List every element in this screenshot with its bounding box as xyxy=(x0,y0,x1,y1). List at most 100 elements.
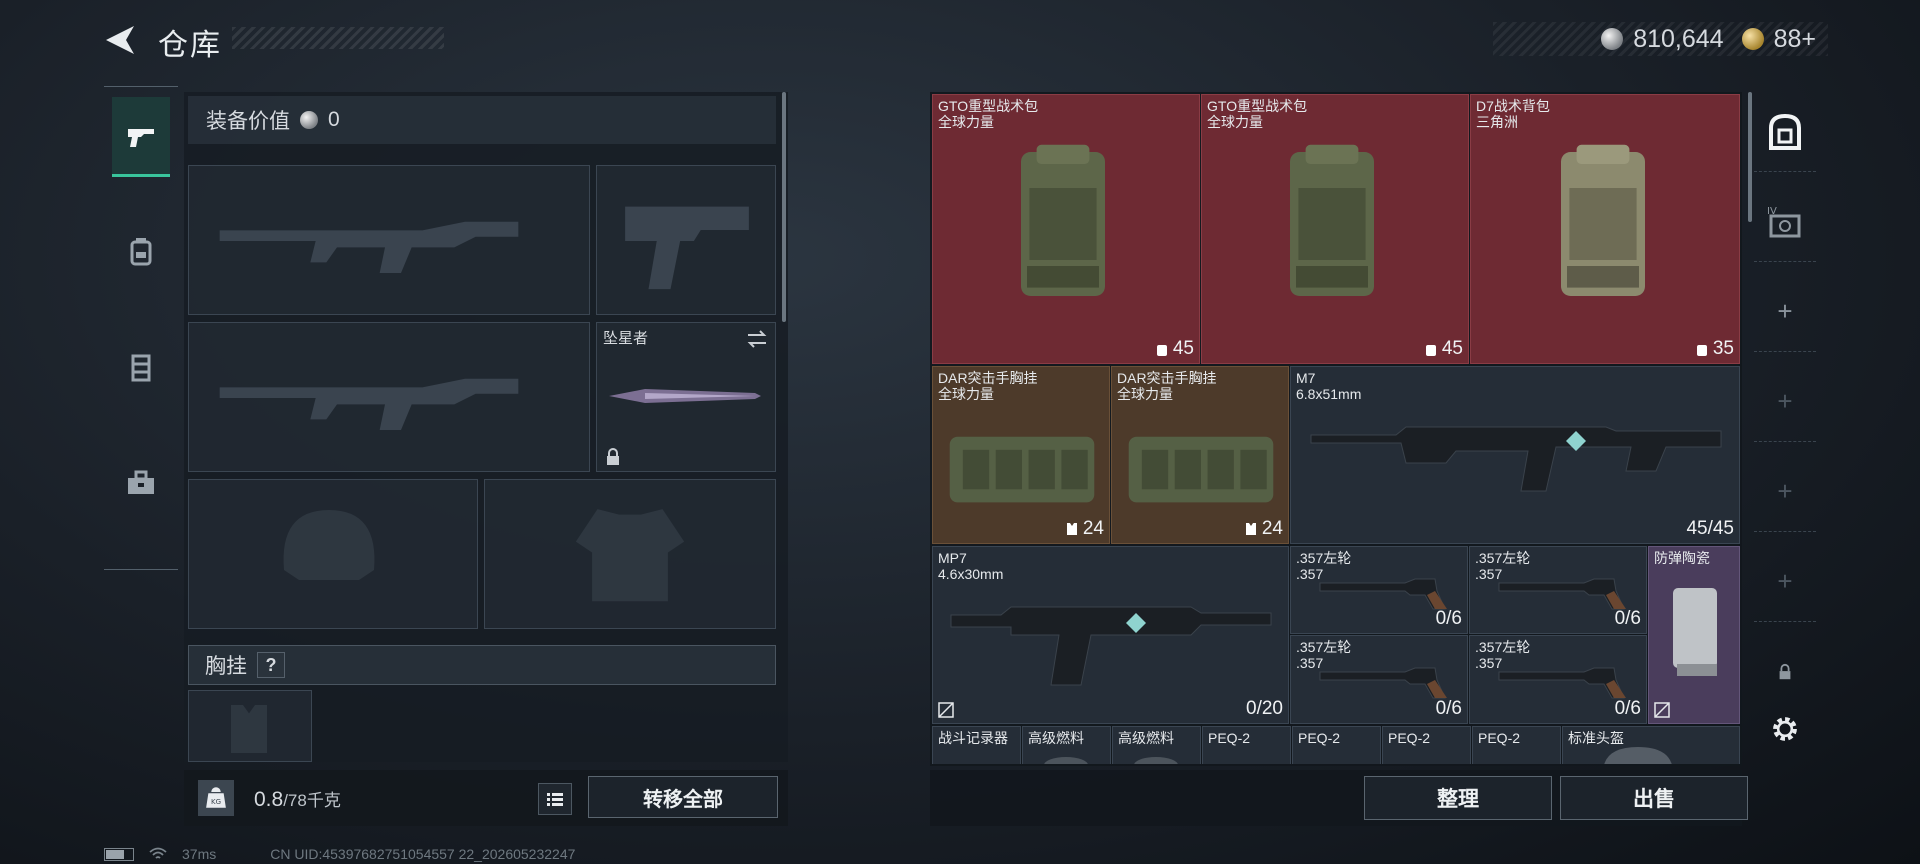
item-name: 高级燃料 xyxy=(1118,730,1174,746)
chest-rig-slot[interactable] xyxy=(188,690,312,762)
tab-vest[interactable] xyxy=(112,327,170,407)
list-view-button[interactable] xyxy=(538,783,572,815)
stash-item-gto-backpack-2[interactable]: GTO重型战术包 全球力量 45 xyxy=(1201,94,1469,364)
item-ammo: 45/45 xyxy=(1686,518,1734,539)
stash-footer: 整理 出售 xyxy=(930,770,1748,826)
stash-item-dar-chest-rig-2[interactable]: DAR突击手胸挂 全球力量 24 xyxy=(1111,366,1289,544)
revolver-image xyxy=(1319,667,1447,699)
tab-add-1[interactable]: + xyxy=(1754,272,1816,352)
help-icon[interactable]: ? xyxy=(257,652,285,678)
item-capacity: 24 xyxy=(1064,518,1104,540)
backpack-image xyxy=(1021,144,1105,296)
battery-icon xyxy=(104,847,134,861)
stash-item-advanced-fuel-1[interactable]: 高级燃料 xyxy=(1022,726,1111,764)
lock-icon xyxy=(607,448,619,465)
item-ammo: 0/20 xyxy=(1246,698,1283,719)
tab-add-4[interactable]: + xyxy=(1754,542,1816,622)
stash-item-m7-rifle[interactable]: M7 6.8x51mm 45/45 xyxy=(1290,366,1740,544)
currency-bar: 810,644 88+ xyxy=(1493,22,1828,56)
chest-rig-header: 胸挂 ? xyxy=(188,645,776,685)
item-name: 防弹陶瓷 xyxy=(1654,550,1710,566)
vest-small-icon xyxy=(1245,523,1256,535)
stash-item-d7-backpack[interactable]: D7战术背包 三角洲 35 xyxy=(1470,94,1740,364)
stash-item-advanced-fuel-2[interactable]: 高级燃料 xyxy=(1112,726,1201,764)
stash-item-357-revolver-1[interactable]: .357左轮 .357 0/6 xyxy=(1290,546,1468,634)
stash-panel: GTO重型战术包 全球力量 45 GTO重型战术包 全球力量 45 D7战术背包… xyxy=(930,92,1752,766)
tab-locked[interactable] xyxy=(1754,652,1816,692)
item-name: M7 xyxy=(1296,370,1316,386)
carry-weight: 0.8/78千克 xyxy=(254,786,341,812)
equip-value-header: 装备价值 0 xyxy=(188,96,776,144)
gold-currency-amount[interactable]: 88+ xyxy=(1774,25,1816,54)
revolver-image xyxy=(1498,578,1626,610)
loadout-panel: 装备价值 0 坠星者 胸挂 ? xyxy=(184,92,788,762)
swap-icon[interactable] xyxy=(745,327,769,351)
item-name: .357左轮 xyxy=(1296,639,1352,655)
tab-backpack[interactable] xyxy=(112,211,170,291)
stash-item-combat-recorder[interactable]: 战斗记录器 xyxy=(932,726,1021,764)
status-bar: 37ms CN UID:45397682751054557 22_2026052… xyxy=(104,844,575,864)
stash-item-standard-helmet[interactable]: 标准头盔 xyxy=(1562,726,1740,764)
tab-toolbox[interactable] xyxy=(112,443,170,523)
back-arrow-icon xyxy=(106,26,134,54)
stash-item-357-revolver-3[interactable]: .357左轮 .357 0/6 xyxy=(1290,635,1468,724)
stash-scrollbar[interactable] xyxy=(1748,92,1752,222)
revolver-image xyxy=(1498,667,1626,699)
primary-weapon-slot-1[interactable] xyxy=(188,165,590,315)
plus-icon: + xyxy=(1777,296,1793,326)
stash-item-mp7[interactable]: MP7 4.6x30mm 0/20 xyxy=(932,546,1289,724)
stash-item-peq2-2[interactable]: PEQ-2 xyxy=(1292,726,1381,764)
stash-item-dar-chest-rig-1[interactable]: DAR突击手胸挂 全球力量 24 xyxy=(932,366,1110,544)
plus-icon: + xyxy=(1777,476,1793,506)
stash-item-ceramic-plate[interactable]: 防弹陶瓷 xyxy=(1648,546,1740,724)
tab-stash-iv[interactable]: IV xyxy=(1754,182,1816,262)
revolver-image xyxy=(1319,578,1447,610)
tab-stash-main[interactable] xyxy=(1754,92,1816,172)
stash-item-gto-backpack-1[interactable]: GTO重型战术包 全球力量 45 xyxy=(932,94,1200,364)
lock-icon xyxy=(1779,663,1791,680)
chest-rig-silhouette-icon xyxy=(231,705,267,753)
chest-rig-image xyxy=(1128,436,1274,503)
primary-weapon-slot-2[interactable] xyxy=(188,322,590,472)
no-trade-icon xyxy=(1654,702,1670,718)
toolbox-icon xyxy=(128,470,154,494)
secondary-weapon-slot[interactable] xyxy=(596,165,776,315)
armor-slot[interactable] xyxy=(484,479,776,629)
sell-button[interactable]: 出售 xyxy=(1560,776,1748,820)
item-name: PEQ-2 xyxy=(1478,730,1521,746)
page-title: 仓库 xyxy=(158,29,222,62)
item-name: MP7 xyxy=(938,550,967,566)
settings-button[interactable] xyxy=(1754,704,1816,754)
item-name: .357左轮 xyxy=(1475,550,1531,566)
tab-pistol[interactable] xyxy=(112,97,170,177)
item-name: 高级燃料 xyxy=(1028,730,1084,746)
silver-coin-icon xyxy=(300,111,318,129)
tab-add-2[interactable]: + xyxy=(1754,362,1816,442)
loadout-scrollbar[interactable] xyxy=(782,92,786,322)
melee-slot[interactable]: 坠星者 xyxy=(596,322,776,472)
rifle-image xyxy=(1310,426,1722,492)
tab-add-3[interactable]: + xyxy=(1754,452,1816,532)
transfer-all-button[interactable]: 转移全部 xyxy=(588,776,778,818)
loadout-footer: KG 0.8/78千克 转移全部 xyxy=(184,770,788,826)
user-uid: CN UID:45397682751054557 22_202605232247 xyxy=(270,846,576,862)
list-icon xyxy=(547,793,563,806)
item-ammo: 0/6 xyxy=(1435,698,1462,719)
current-weight: 0.8 xyxy=(254,788,284,811)
sort-button[interactable]: 整理 xyxy=(1364,776,1552,820)
backpack-small-icon xyxy=(1156,345,1167,356)
item-name: PEQ-2 xyxy=(1208,730,1251,746)
stash-item-peq2-1[interactable]: PEQ-2 xyxy=(1202,726,1291,764)
stash-item-357-revolver-4[interactable]: .357左轮 .357 0/6 xyxy=(1469,635,1647,724)
chest-rig-image xyxy=(949,436,1095,503)
stash-item-peq2-3[interactable]: PEQ-2 xyxy=(1382,726,1471,764)
stash-item-357-revolver-2[interactable]: .357左轮 .357 0/6 xyxy=(1469,546,1647,634)
item-name: PEQ-2 xyxy=(1388,730,1431,746)
helmet-slot[interactable] xyxy=(188,479,478,629)
stash-item-peq2-4[interactable]: PEQ-2 xyxy=(1472,726,1561,764)
plus-icon: + xyxy=(1777,566,1793,596)
helmet-silhouette-icon xyxy=(283,510,375,580)
item-ammo: 0/6 xyxy=(1614,608,1641,629)
back-button[interactable] xyxy=(100,20,140,60)
rifle-silhouette-icon xyxy=(219,221,519,273)
